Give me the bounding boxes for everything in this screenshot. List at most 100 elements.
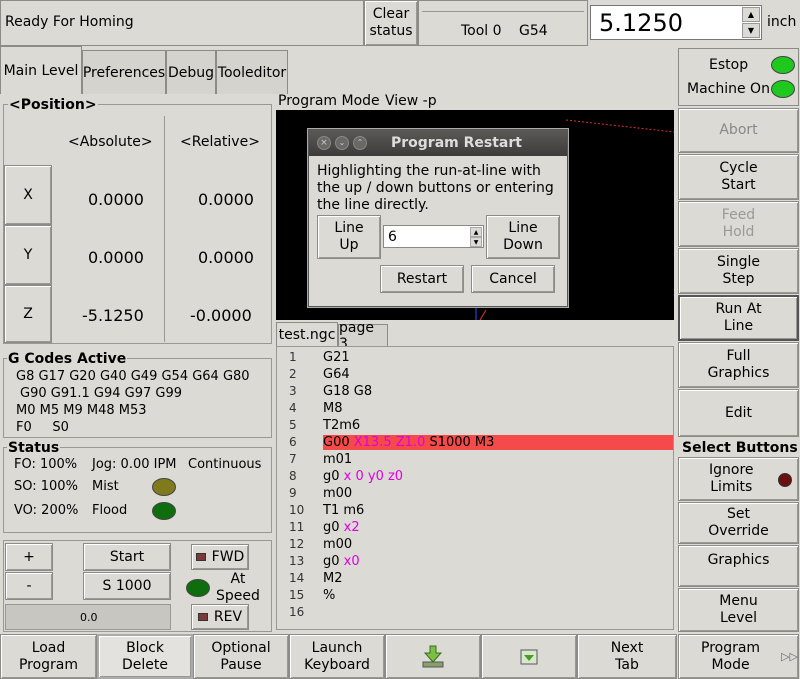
spindle-plus-button[interactable]: + — [5, 543, 53, 571]
ignore-limits-indicator — [778, 473, 792, 487]
cancel-button[interactable]: Cancel — [471, 265, 555, 293]
tab-main-level-label: Main Level — [3, 62, 79, 79]
machine-state-panel: Estop Machine On — [678, 48, 799, 106]
code-editor[interactable]: 1 G21 2 G64 3 G18 G8 4 M8 5 T2m6 6 G00 X13.5 Z1.0 S… — [276, 346, 674, 630]
code-line[interactable]: 7 m01 — [277, 452, 673, 469]
code-token: g0 — [323, 469, 344, 484]
code-text: T1 m6 — [323, 503, 364, 518]
launch-keyboard-button[interactable]: Launch Keyboard — [289, 634, 385, 679]
menu-level-button[interactable]: Menu Level — [678, 588, 799, 632]
line-number-input[interactable]: 6 ▲ ▼ — [383, 225, 484, 248]
spin-box[interactable]: 5.1250 ▲ ▼ — [590, 5, 762, 40]
tab-debug[interactable]: Debug — [166, 50, 216, 94]
fo-label: FO: 100% — [14, 457, 78, 472]
block-delete-button[interactable]: Block Delete — [97, 634, 193, 679]
axis-y-button[interactable]: Y — [4, 225, 52, 285]
next-tab-button[interactable]: Next Tab — [577, 634, 677, 679]
dialog-maximize-icon[interactable]: ⌃ — [353, 136, 367, 150]
code-line[interactable]: 9 m00 — [277, 486, 673, 503]
line-number: 10 — [289, 503, 305, 517]
code-line[interactable]: 1 G21 — [277, 350, 673, 367]
program-mode-label: Program Mode — [278, 93, 380, 109]
rev-button[interactable]: REV — [191, 604, 249, 630]
code-line[interactable]: 4 M8 — [277, 401, 673, 418]
code-text: T2m6 — [323, 418, 360, 433]
tab-page-3[interactable]: page 3 — [338, 320, 388, 352]
dialog-message: Highlighting the run-at-line with the up… — [317, 163, 554, 213]
tool-info-bar — [422, 11, 584, 12]
line-number: 9 — [289, 486, 297, 500]
line-number: 12 — [289, 537, 305, 551]
set-override-button[interactable]: Set Override — [678, 502, 799, 544]
view-label: View -p — [385, 93, 437, 109]
restart-button[interactable]: Restart — [380, 265, 464, 293]
relative-header: <Relative> — [180, 134, 260, 150]
line-up-button[interactable]: Line Up — [317, 215, 381, 259]
fwd-led-icon — [195, 553, 206, 561]
code-line[interactable]: 13 g0 x0 — [277, 554, 673, 571]
spindle-speed-button[interactable]: S 1000 — [83, 572, 171, 600]
code-line[interactable]: 14 M2 — [277, 571, 673, 588]
tab-test-ngc-label: test.ngc — [278, 326, 336, 343]
code-line[interactable]: 11 g0 x2 — [277, 520, 673, 537]
dialog-close-icon[interactable]: × — [317, 136, 331, 150]
axis-z-button[interactable]: Z — [4, 285, 52, 343]
mist-indicator — [152, 478, 176, 496]
graphics-button[interactable]: Graphics — [678, 545, 799, 587]
code-line[interactable]: 8 g0 x 0 y0 z0 — [277, 469, 673, 486]
single-step-button[interactable]: Single Step — [678, 248, 799, 294]
optional-pause-button[interactable]: Optional Pause — [193, 634, 289, 679]
code-line[interactable]: 10 T1 m6 — [277, 503, 673, 520]
code-text: G18 G8 — [323, 384, 372, 399]
tab-tooleditor[interactable]: Tooleditor — [216, 50, 288, 94]
full-graphics-button[interactable]: Full Graphics — [678, 342, 799, 388]
spin-up-arrow[interactable]: ▲ — [742, 7, 760, 22]
line-number-up-arrow[interactable]: ▲ — [470, 227, 482, 237]
tab-preferences[interactable]: Preferences — [82, 50, 166, 94]
code-token: m01 — [323, 452, 353, 467]
code-line[interactable]: 6 G00 X13.5 Z1.0 S1000 M3 — [277, 435, 673, 452]
spindle-start-button[interactable]: Start — [83, 543, 171, 571]
select-buttons-title: Select Buttons — [682, 440, 798, 456]
download-button[interactable] — [385, 634, 481, 679]
run-at-line-button[interactable]: Run At Line — [678, 295, 799, 341]
axis-x-button[interactable]: X — [4, 165, 52, 225]
rev-led-icon — [197, 613, 208, 621]
machine-on-label: Machine On — [687, 81, 770, 97]
status-text: Ready For Homing — [5, 14, 134, 30]
code-line[interactable]: 2 G64 — [277, 367, 673, 384]
feed-hold-button[interactable]: Feed Hold — [678, 201, 799, 247]
spin-down-arrow[interactable]: ▼ — [742, 23, 760, 38]
dialog-titlebar: × ⌄ ⌃ Program Restart — [309, 130, 567, 156]
spindle-speed-bar: 0.0 — [5, 604, 171, 630]
code-text: M8 — [323, 401, 343, 416]
cycle-start-button[interactable]: Cycle Start — [678, 154, 799, 200]
code-line[interactable]: 3 G18 G8 — [277, 384, 673, 401]
line-number-down-arrow[interactable]: ▼ — [470, 237, 482, 247]
line-number: 13 — [289, 554, 305, 568]
tab-main-level[interactable]: Main Level — [0, 46, 82, 94]
code-line[interactable]: 15% — [277, 588, 673, 605]
code-line[interactable]: 12 m00 — [277, 537, 673, 554]
code-text: G64 — [323, 367, 350, 382]
load-program-button[interactable]: Load Program — [0, 634, 97, 679]
tab-test-ngc[interactable]: test.ngc — [276, 322, 338, 346]
edit-button[interactable]: Edit — [678, 389, 799, 437]
program-mode-button[interactable]: Program Mode ▷▷ — [678, 634, 799, 679]
reload-icon — [520, 649, 538, 664]
spindle-minus-button[interactable]: - — [5, 572, 53, 600]
code-line[interactable]: 16 — [277, 605, 673, 622]
code-text: G00 X13.5 Z1.0 S1000 M3 — [323, 435, 673, 450]
code-line[interactable]: 5 T2m6 — [277, 418, 673, 435]
reload-button[interactable] — [481, 634, 577, 679]
tab-debug-label: Debug — [167, 64, 215, 81]
line-down-button[interactable]: Line Down — [486, 215, 560, 259]
dialog-minimize-icon[interactable]: ⌄ — [335, 136, 349, 150]
line-number: 15 — [289, 588, 305, 602]
clear-status-button[interactable]: Clear status — [364, 0, 418, 46]
line-number: 16 — [289, 605, 305, 619]
absolute-header: <Absolute> — [68, 134, 153, 150]
abort-button[interactable]: Abort — [678, 108, 799, 153]
fwd-button[interactable]: FWD — [191, 544, 249, 570]
at-speed-indicator — [186, 579, 210, 597]
